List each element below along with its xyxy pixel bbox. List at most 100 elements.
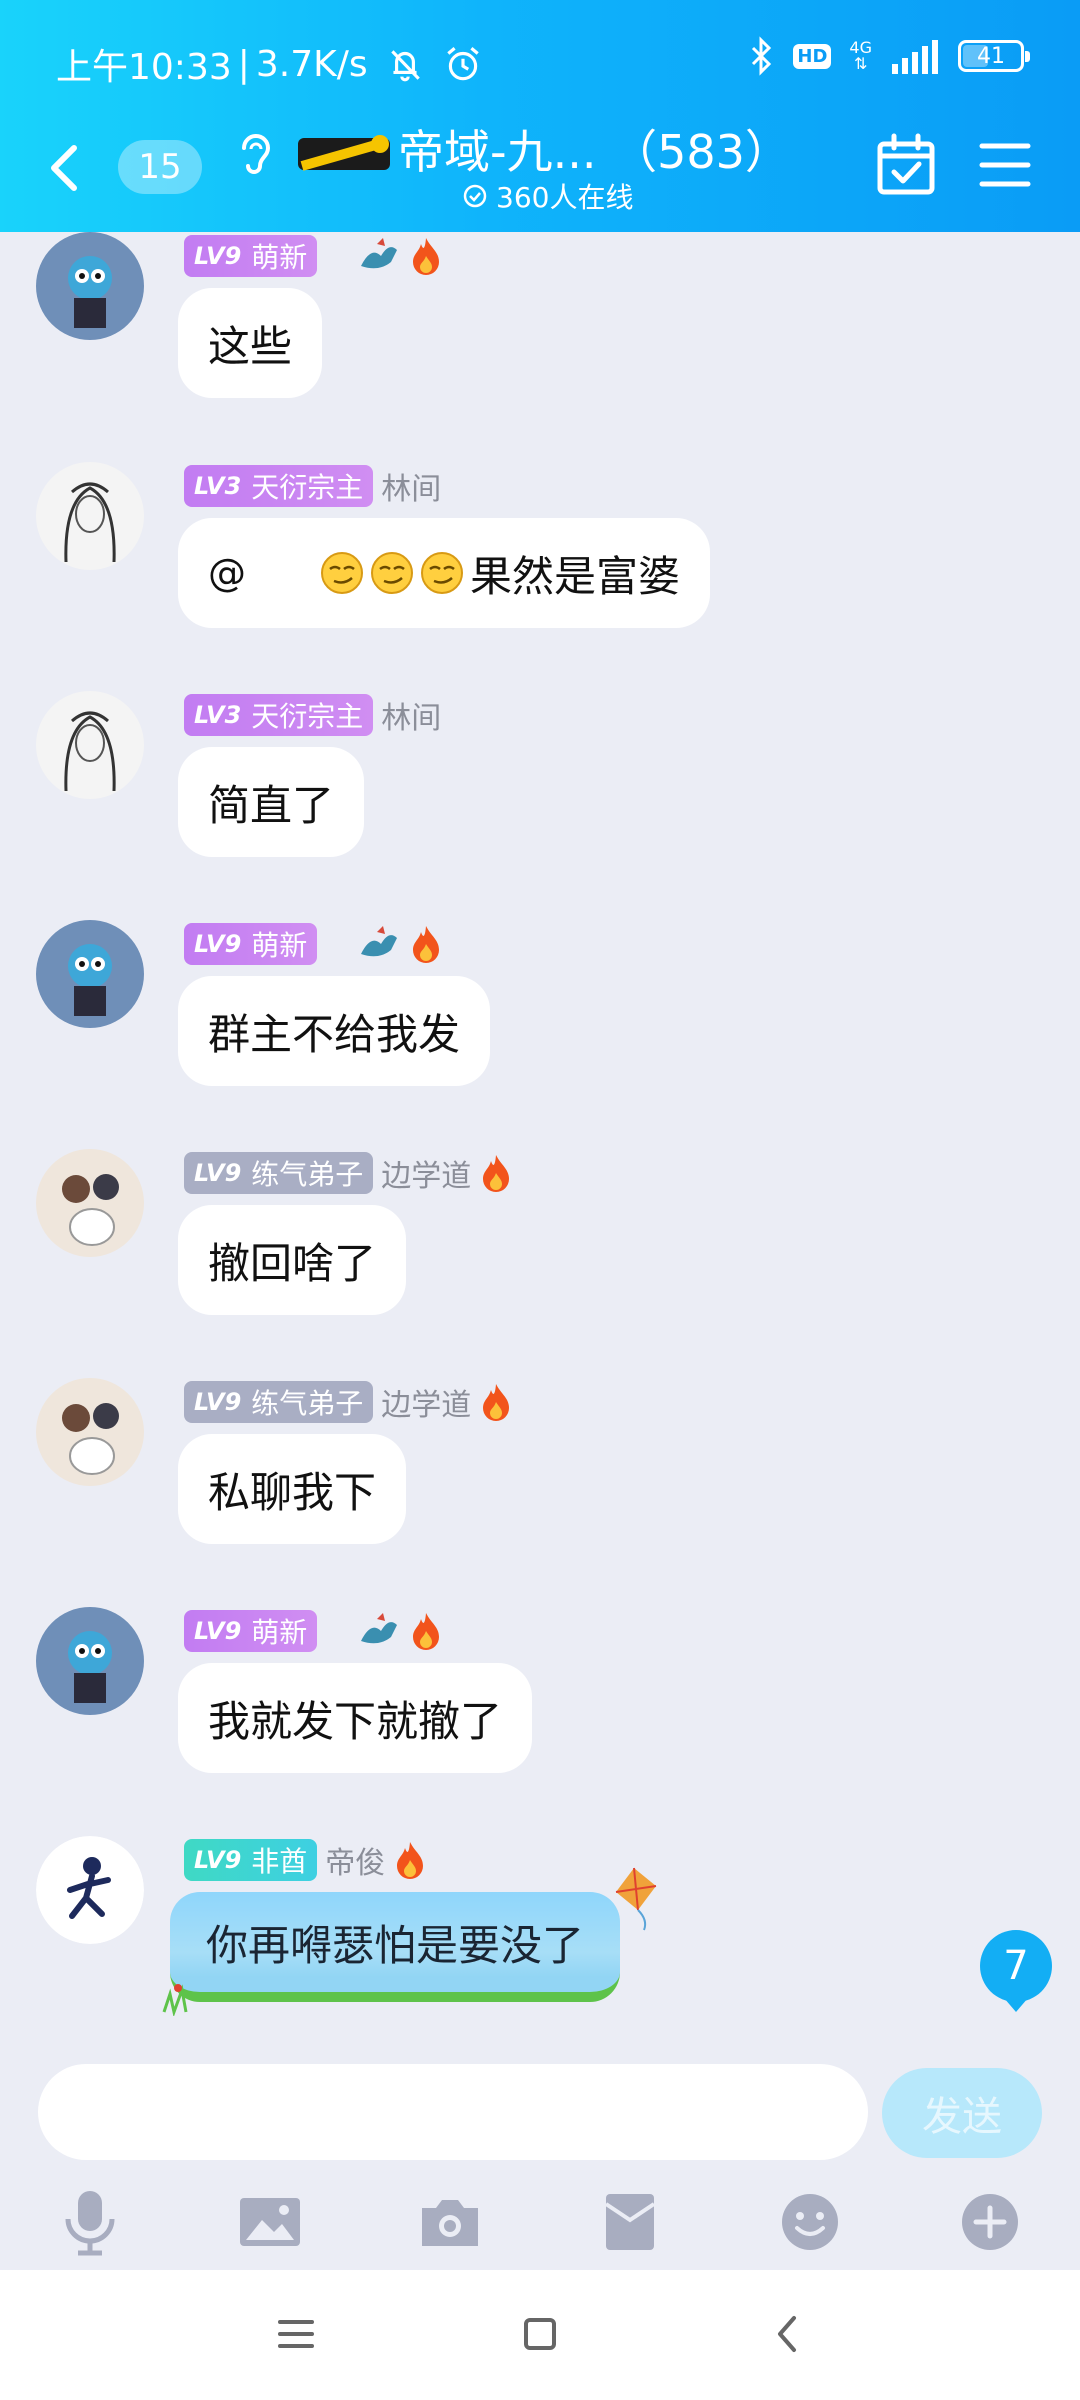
status-right: HD 4G ⇅ 41 bbox=[747, 36, 1030, 76]
group-title[interactable]: 帝域-九... （583） bbox=[398, 116, 791, 182]
fire-icon bbox=[483, 1155, 510, 1192]
image-icon bbox=[240, 2198, 300, 2246]
image-button[interactable] bbox=[230, 2182, 310, 2262]
level-label: LV9 bbox=[194, 242, 242, 270]
message-bubble[interactable]: 我就发下就撤了 bbox=[178, 1663, 533, 1773]
back-icon[interactable] bbox=[40, 138, 90, 198]
emoji-button[interactable] bbox=[770, 2182, 850, 2262]
message-list[interactable]: LV9 萌新 这些 LV3 天衍宗主 林间 @ 果然是富婆 LV3 天衍宗主 林… bbox=[0, 232, 1080, 2052]
grass-decoration-icon bbox=[162, 1984, 188, 2016]
sender-row: LV9 萌新 bbox=[184, 1609, 443, 1653]
plus-icon bbox=[962, 2194, 1018, 2250]
avatar[interactable] bbox=[36, 1378, 144, 1486]
unread-count-pill[interactable]: 15 bbox=[118, 140, 202, 194]
message-bubble[interactable]: 群主不给我发 bbox=[178, 976, 491, 1086]
status-separator: | bbox=[237, 43, 250, 85]
avatar[interactable] bbox=[36, 232, 144, 340]
level-label: LV9 bbox=[194, 1159, 242, 1187]
level-title: 非酋 bbox=[251, 1845, 308, 1878]
hd-badge: HD bbox=[793, 43, 832, 69]
level-badge: LV3 天衍宗主 bbox=[184, 694, 374, 736]
more-button[interactable] bbox=[950, 2182, 1030, 2262]
sender-row: LV9 练气弟子 边学道 bbox=[184, 1151, 513, 1195]
avatar[interactable] bbox=[36, 1836, 144, 1944]
avatar[interactable] bbox=[36, 1607, 144, 1715]
message-bubble-themed[interactable]: 你再嘚瑟怕是要没了 bbox=[170, 1892, 621, 2002]
send-button[interactable]: 发送 bbox=[882, 2068, 1042, 2158]
level-badge: LV9 非酋 bbox=[184, 1839, 318, 1881]
message-text: 果然是富婆 bbox=[470, 551, 681, 601]
avatar[interactable] bbox=[36, 462, 144, 570]
level-badge: LV9 练气弟子 bbox=[184, 1152, 374, 1194]
level-badge: LV9 练气弟子 bbox=[184, 1381, 374, 1423]
level-label: LV9 bbox=[194, 1846, 242, 1874]
level-title: 天衍宗主 bbox=[251, 700, 364, 733]
system-back-icon[interactable] bbox=[760, 2306, 816, 2362]
battery-indicator: 41 bbox=[958, 40, 1030, 72]
mute-bell-icon bbox=[390, 50, 420, 82]
message-bubble[interactable]: 这些 bbox=[178, 288, 323, 398]
voice-button[interactable] bbox=[50, 2182, 130, 2262]
sender-row: LV9 非酋 帝俊 bbox=[184, 1838, 427, 1882]
dragon-icon bbox=[361, 1613, 398, 1644]
level-title: 练气弟子 bbox=[251, 1387, 364, 1420]
sender-name[interactable]: 林间 bbox=[381, 693, 441, 737]
group-logo-icon bbox=[298, 135, 390, 171]
ear-icon[interactable] bbox=[232, 126, 278, 182]
red-packet-icon bbox=[604, 2194, 656, 2250]
new-messages-badge[interactable]: 7 bbox=[980, 1930, 1052, 2012]
chat-header: 上午10:33 | 3.7K/s HD 4G ⇅ 41 15 帝域-九... （… bbox=[0, 0, 1080, 232]
input-area: 发送 bbox=[0, 2052, 1080, 2270]
sender-row: LV9 练气弟子 边学道 bbox=[184, 1380, 513, 1424]
message-bubble[interactable]: 撤回啥了 bbox=[178, 1205, 407, 1315]
mention[interactable]: @ bbox=[208, 551, 246, 595]
menu-icon[interactable] bbox=[978, 140, 1032, 190]
level-badge: LV9 萌新 bbox=[184, 235, 318, 277]
online-count-label: 360人在线 bbox=[496, 181, 634, 214]
level-title: 萌新 bbox=[251, 929, 308, 962]
avatar[interactable] bbox=[36, 691, 144, 799]
sender-name[interactable]: 帝俊 bbox=[325, 1838, 385, 1882]
calendar-check-icon[interactable] bbox=[876, 132, 936, 198]
online-check-icon bbox=[463, 184, 487, 208]
avatar[interactable] bbox=[36, 920, 144, 1028]
sender-name[interactable]: 边学道 bbox=[381, 1151, 471, 1195]
level-title: 天衍宗主 bbox=[251, 471, 364, 504]
level-label: LV3 bbox=[194, 472, 242, 500]
level-badge: LV3 天衍宗主 bbox=[184, 465, 374, 507]
status-left: 上午10:33 | 3.7K/s bbox=[56, 38, 484, 90]
camera-button[interactable] bbox=[410, 2182, 490, 2262]
sender-row: LV9 萌新 bbox=[184, 234, 443, 278]
fire-icon bbox=[397, 1842, 424, 1879]
fire-icon bbox=[413, 238, 440, 275]
bluetooth-icon bbox=[752, 36, 772, 76]
home-icon[interactable] bbox=[512, 2306, 568, 2362]
avatar[interactable] bbox=[36, 1149, 144, 1257]
message-input[interactable] bbox=[38, 2064, 868, 2160]
sender-name[interactable]: 边学道 bbox=[381, 1380, 471, 1424]
status-bar: 上午10:33 | 3.7K/s HD 4G ⇅ 41 bbox=[0, 0, 1080, 124]
online-count: 360人在线 bbox=[462, 176, 633, 216]
level-badge: LV9 萌新 bbox=[184, 923, 318, 965]
fire-icon bbox=[413, 926, 440, 963]
message-bubble[interactable]: 简直了 bbox=[178, 747, 365, 857]
level-label: LV9 bbox=[194, 1388, 242, 1416]
smirk-emoji-icon bbox=[321, 552, 363, 594]
sender-name[interactable]: 林间 bbox=[381, 464, 441, 508]
nav-bar: 15 帝域-九... （583） 360人在线 bbox=[0, 110, 1080, 232]
alarm-icon bbox=[446, 47, 479, 81]
message-bubble[interactable]: @ 果然是富婆 bbox=[178, 518, 711, 628]
smirk-emoji-icon bbox=[371, 552, 413, 594]
signal-icon bbox=[892, 40, 938, 74]
message-bubble[interactable]: 私聊我下 bbox=[178, 1434, 407, 1544]
smirk-emoji-icon bbox=[421, 552, 463, 594]
recents-icon[interactable] bbox=[268, 2306, 324, 2362]
microphone-icon bbox=[65, 2191, 115, 2256]
sender-row: LV3 天衍宗主 林间 bbox=[184, 464, 441, 508]
level-label: LV9 bbox=[194, 1617, 242, 1645]
toolbar bbox=[0, 2182, 1080, 2262]
fire-icon bbox=[413, 1613, 440, 1650]
battery-level: 41 bbox=[977, 43, 1005, 69]
data-arrows-icon: ⇅ bbox=[854, 54, 868, 73]
red-packet-button[interactable] bbox=[590, 2182, 670, 2262]
